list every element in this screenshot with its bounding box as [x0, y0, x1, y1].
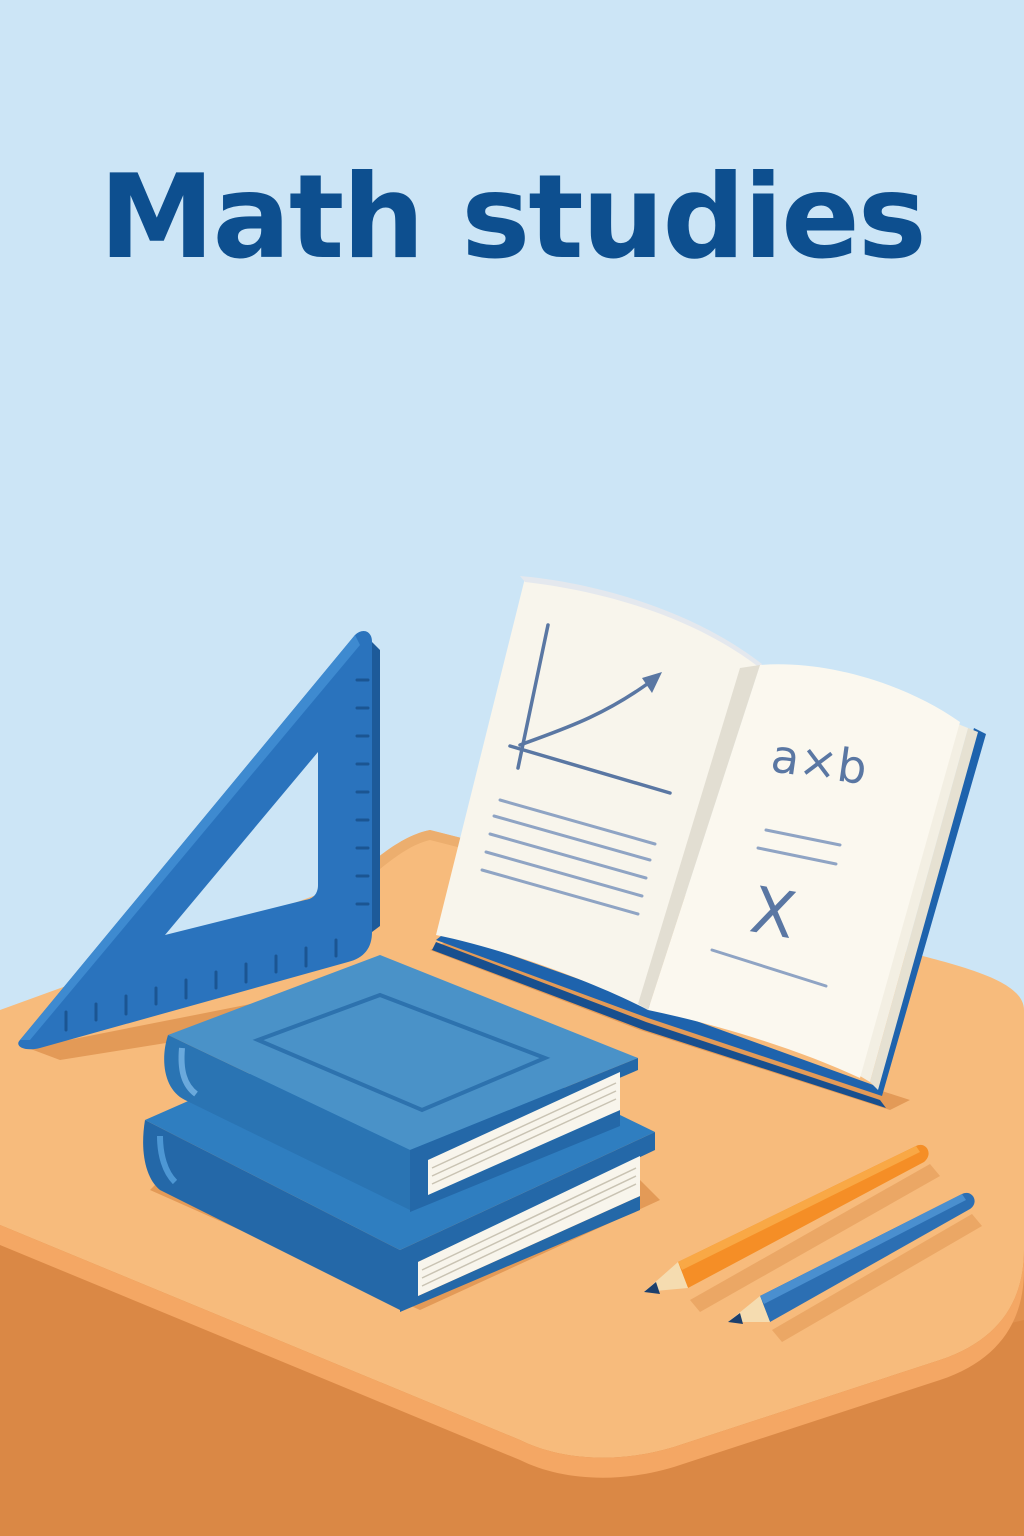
desk-scene: a×b X [0, 576, 1024, 1536]
poster: Math studies a×b X [0, 0, 1024, 1536]
